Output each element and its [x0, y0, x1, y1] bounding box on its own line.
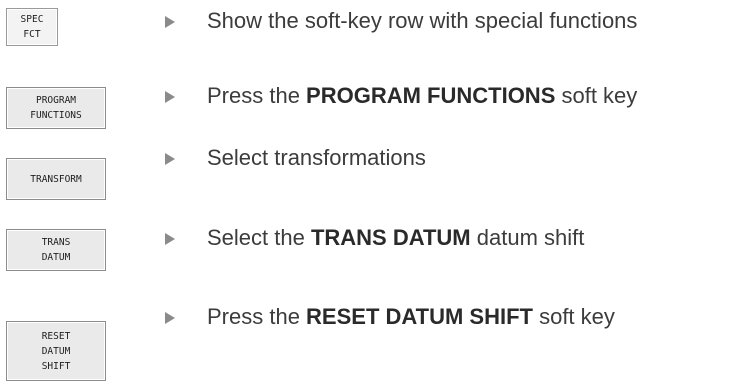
key-label-line: TRANSFORM	[30, 173, 82, 185]
key-label-line: FCT	[23, 29, 41, 40]
triangle-right-icon	[165, 153, 175, 165]
step-text-before: Select transformations	[207, 145, 426, 170]
step-text-bold: PROGRAM FUNCTIONS	[306, 83, 556, 108]
triangle-right-icon	[165, 91, 175, 103]
triangle-right-icon	[165, 312, 175, 324]
key-label-line: TRANS	[41, 237, 71, 248]
key-label-line: PROGRAM	[35, 95, 77, 106]
transform-soft-key[interactable]: TRANSFORM	[6, 158, 106, 200]
key-label-line: DATUM	[41, 252, 71, 263]
program-functions-soft-key[interactable]: PROGRAM FUNCTIONS	[6, 87, 106, 129]
key-label-line: DATUM	[41, 345, 71, 357]
step-text-bold: TRANS DATUM	[310, 225, 471, 250]
reset-datum-shift-soft-key[interactable]: RESET DATUM SHIFT	[6, 321, 106, 381]
step-text: Select the TRANS DATUM datum shift	[207, 225, 584, 251]
step-text-after: soft key	[532, 304, 615, 329]
step-text-before: Select the	[207, 225, 311, 250]
step-text-after: soft key	[555, 83, 638, 108]
step-text-before: Press the	[207, 304, 307, 329]
key-label-line: RESET	[41, 330, 71, 342]
spec-fct-key[interactable]: SPEC FCT	[6, 8, 58, 46]
step-text-before: Press the	[207, 83, 307, 108]
trans-datum-soft-key[interactable]: TRANS DATUM	[6, 229, 106, 271]
step-text: Press the RESET DATUM SHIFT soft key	[207, 304, 615, 330]
step-text-before: Show the soft-key row with special funct…	[207, 8, 638, 33]
triangle-right-icon	[165, 233, 175, 245]
step-text: Show the soft-key row with special funct…	[207, 8, 637, 34]
triangle-right-icon	[165, 16, 175, 28]
step-text: Select transformations	[207, 145, 426, 171]
key-label-line: FUNCTIONS	[30, 110, 82, 121]
step-text-bold: RESET DATUM SHIFT	[306, 304, 533, 329]
step-text: Press the PROGRAM FUNCTIONS soft key	[207, 83, 637, 109]
step-text-after: datum shift	[470, 225, 585, 250]
key-label-line: SHIFT	[41, 360, 71, 372]
key-label-line: SPEC	[20, 14, 44, 25]
